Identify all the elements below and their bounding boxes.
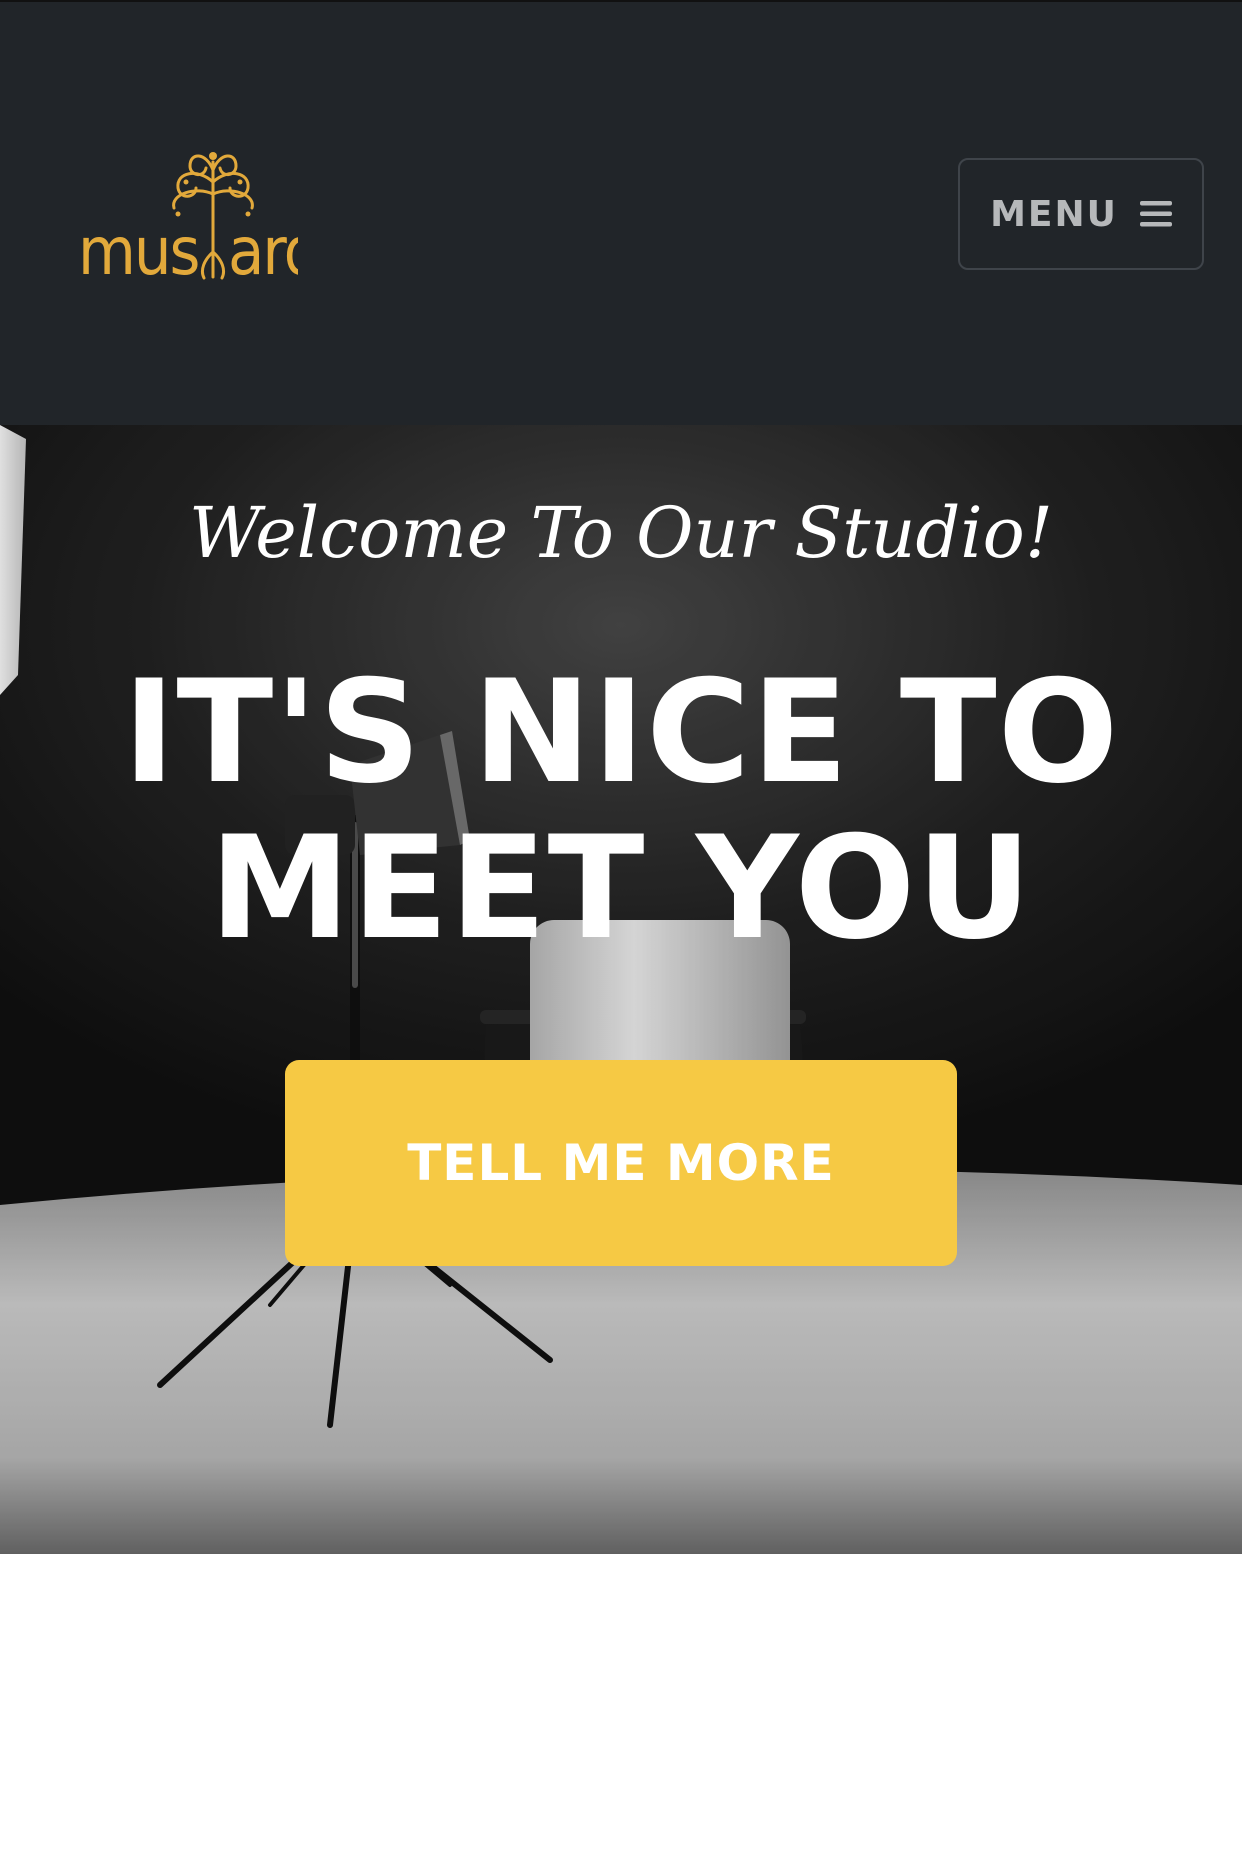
svg-text:ard: ard: [228, 213, 298, 290]
hero-heading-line1: IT'S NICE TO: [122, 650, 1120, 815]
content-area: [0, 1554, 1242, 1866]
hero-heading: IT'S NICE TO MEET YOU: [40, 655, 1202, 967]
hero-section: Welcome To Our Studio! IT'S NICE TO MEET…: [0, 425, 1242, 1554]
brand-logo[interactable]: mus ard: [78, 142, 298, 292]
tell-me-more-button[interactable]: TELL ME MORE: [285, 1060, 957, 1266]
page: mus ard MENU: [0, 0, 1242, 1866]
hamburger-icon: [1139, 201, 1172, 227]
navbar: mus ard MENU: [0, 0, 1242, 425]
hero-heading-line2: MEET YOU: [209, 806, 1033, 971]
mustard-logo-icon: mus ard: [78, 152, 298, 290]
menu-label: MENU: [990, 193, 1118, 235]
hero-background-image: [0, 425, 1242, 1554]
svg-text:mus: mus: [78, 213, 198, 290]
hero-subheading: Welcome To Our Studio!: [189, 492, 1053, 574]
tell-me-more-label: TELL ME MORE: [407, 1134, 835, 1192]
menu-button[interactable]: MENU: [958, 158, 1204, 270]
